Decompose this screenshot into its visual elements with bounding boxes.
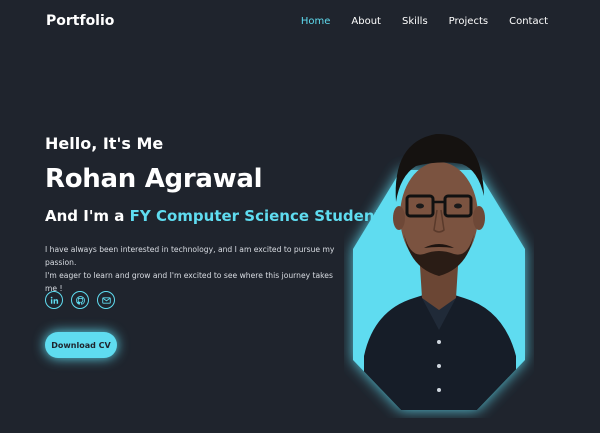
nav-home[interactable]: Home (301, 16, 331, 27)
download-cv-button[interactable]: Download CV (45, 332, 117, 358)
main-nav: Home About Skills Projects Contact (301, 16, 548, 27)
mail-icon (101, 296, 111, 304)
social-links (45, 291, 115, 309)
linkedin-link[interactable] (45, 291, 63, 309)
hero-description-line: I have always been interested in technol… (45, 245, 335, 267)
nav-projects[interactable]: Projects (449, 16, 488, 27)
linkedin-icon (50, 296, 58, 304)
hero-name: Rohan Agrawal (45, 164, 263, 194)
profile-image (353, 133, 525, 410)
mail-link[interactable] (97, 291, 115, 309)
hero-greeting: Hello, It's Me (45, 134, 164, 153)
nav-skills[interactable]: Skills (402, 16, 428, 27)
profile-photo (344, 98, 534, 418)
github-icon (75, 295, 85, 305)
hero-role: And I'm a FY Computer Science Student (45, 207, 382, 225)
site-header: Portfolio Home About Skills Projects Con… (0, 0, 600, 46)
hero-role-prefix: And I'm a (45, 207, 130, 225)
nav-about[interactable]: About (351, 16, 381, 27)
hero-description: I have always been interested in technol… (45, 243, 345, 295)
nav-contact[interactable]: Contact (509, 16, 548, 27)
github-link[interactable] (71, 291, 89, 309)
site-logo[interactable]: Portfolio (46, 13, 114, 29)
